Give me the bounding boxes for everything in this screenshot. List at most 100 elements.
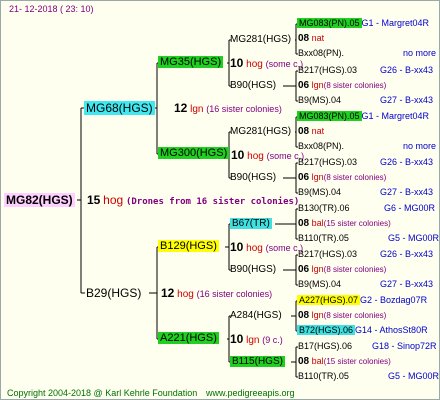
g4-code: B17(HGS).06 <box>298 341 353 351</box>
root-queen[interactable]: MG82(HGS) <box>4 193 75 207</box>
g4-ref: G6 - MG00R <box>384 203 436 213</box>
g4-row[interactable]: B110(TR).05 G5 - MG00R <box>298 233 439 244</box>
g4-ref: no more <box>403 141 437 151</box>
g4-drone-row: 08 nat <box>298 33 324 44</box>
g4-row[interactable]: B217(HGS).03 G26 - B-xx43 <box>298 249 433 260</box>
g4-ref: G1 - Margret04R <box>361 18 430 28</box>
g2-hog: lgn <box>246 335 260 346</box>
g1-hog: hog <box>177 289 194 300</box>
g4-row[interactable]: B217(HGS).03 G26 - B-xx43 <box>298 157 433 168</box>
g4-ref: G27 - B-xx43 <box>380 279 434 289</box>
g4-row[interactable]: MG083(PN).05 G1 - Margret04R <box>297 18 429 29</box>
g1-drone-2: 12 hog (16 sister colonies) <box>161 287 272 301</box>
g4-row[interactable]: Bxx08(PN). no more <box>298 141 436 152</box>
g4-num: 08 <box>298 218 310 229</box>
g2-drone-4: 10 lgn (9 c.) <box>230 333 283 347</box>
g1-num: 12 <box>161 286 175 300</box>
g1-drone-1: 12 lgn (16 sister colonies) <box>174 102 282 116</box>
g3-queen-5[interactable]: B67(TR) <box>230 218 272 230</box>
g4-drone-row: 06 lgn(8 sister colonies) <box>298 172 386 183</box>
g4-hog: nat <box>311 126 325 136</box>
g4-drone-row: 08 lgn(8 sister colonies) <box>298 310 386 321</box>
g2-queen-2[interactable]: MG300(HGS) <box>158 147 230 160</box>
g3-queen-8[interactable]: B115(HGS) <box>230 356 285 368</box>
g4-row[interactable]: B9(MS).04 G27 - B-xx43 <box>298 279 433 290</box>
g3-queen-7[interactable]: A284(HGS) <box>230 310 282 322</box>
g4-drone-row: 08 bal(15 sister colonies) <box>298 218 391 229</box>
g4-code: MG083(PN).05 <box>297 18 362 28</box>
g4-row[interactable]: MG083(PN).05 G1 - Margret04R <box>297 111 429 122</box>
g2-drone-2: 10 hog (some c.) <box>231 149 304 163</box>
g2-queen-3[interactable]: B129(HGS) <box>158 240 219 253</box>
g4-num: 06 <box>298 264 310 275</box>
g4-code: B217(HGS).03 <box>298 249 358 259</box>
g4-row[interactable]: B110(TR).05 G5 - MG00R <box>298 371 439 382</box>
g3-code: MG281(HGS) <box>230 126 292 137</box>
website-link[interactable]: www.pedigreeapis.org <box>206 387 295 399</box>
g4-drone-row: 06 lgn(8 sister colonies) <box>298 264 386 275</box>
g4-row[interactable]: B72(HGS).06 G14 - AthosSt80R <box>297 325 428 336</box>
g2-queen-4[interactable]: A221(HGS) <box>158 332 219 345</box>
g3-queen-3[interactable]: MG281(HGS) <box>230 126 291 138</box>
g1-hog: lgn <box>190 104 204 115</box>
g4-code: B9(MS).04 <box>298 279 342 289</box>
connector-g3-6 <box>283 254 298 286</box>
g4-code: MG083(PN).05 <box>297 111 362 121</box>
g2-queen-1[interactable]: MG35(HGS) <box>158 56 224 69</box>
g4-hog: lgn <box>311 310 324 320</box>
root-code: MG82(HGS) <box>4 193 75 207</box>
g1-queen-1[interactable]: MG68(HGS) <box>84 101 155 115</box>
g1-num: 12 <box>174 101 188 115</box>
root-drone-info: 15 hog (Drones from 16 sister colonies) <box>87 194 299 208</box>
g4-ref: G26 - B-xx43 <box>380 157 434 167</box>
g3-code: A284(HGS) <box>230 310 282 321</box>
g3-code: MG281(HGS) <box>230 34 292 45</box>
g2-hog: hog <box>246 59 263 70</box>
pedigree-chart: 21- 12-2018 ( 23: 10) MG82(HGS) 15 hog (… <box>0 0 440 400</box>
g4-ref: G27 - B-xx43 <box>380 95 434 105</box>
g3-queen-6[interactable]: B90(HGS) <box>230 264 276 276</box>
g4-row[interactable]: B9(MS).04 G27 - B-xx43 <box>298 187 433 198</box>
g2-num: 10 <box>230 240 244 254</box>
g4-num: 08 <box>298 310 310 321</box>
g2-code: MG35(HGS) <box>158 56 224 68</box>
connector-g3-5 <box>275 208 298 240</box>
g4-num: 06 <box>298 80 310 91</box>
g4-drone-row: 08 bal(15 sister colonies) <box>298 356 391 367</box>
g4-ref: G5 - MG00R <box>388 233 440 243</box>
g3-queen-2[interactable]: B90(HGS) <box>230 80 276 92</box>
g4-drone-row: 06 lgn(8 sister colonies) <box>298 80 386 91</box>
g4-code: B217(HGS).03 <box>298 65 358 75</box>
g1-queen-2[interactable]: B29(HGS) <box>86 286 141 300</box>
g4-row[interactable]: B130(TR).06 G6 - MG00R <box>298 203 435 214</box>
g4-row[interactable]: Bxx08(PN). no more <box>298 48 436 59</box>
g4-note: (15 sister colonies) <box>323 357 391 366</box>
g4-ref: G14 - AthosSt80R <box>355 325 428 335</box>
g4-note: (8 sister colonies) <box>323 265 387 274</box>
g4-ref: G18 - Sinop72R <box>372 341 437 351</box>
g4-row[interactable]: B217(HGS).03 G26 - B-xx43 <box>298 65 433 76</box>
g2-num: 10 <box>230 56 244 70</box>
g2-num: 10 <box>230 332 244 346</box>
g3-code: B67(TR) <box>230 218 272 229</box>
g4-row[interactable]: B17(HGS).06 G18 - Sinop72R <box>298 341 437 352</box>
g1-code: B29(HGS) <box>86 286 142 300</box>
g3-queen-1[interactable]: MG281(HGS) <box>230 34 291 46</box>
g3-code: B90(HGS) <box>230 264 277 275</box>
g4-ref: G26 - B-xx43 <box>380 65 434 75</box>
g3-queen-4[interactable]: B90(HGS) <box>230 172 276 184</box>
g2-hog: hog <box>246 243 263 254</box>
g4-ref: G27 - B-xx43 <box>380 187 434 197</box>
g4-note: (15 sister colonies) <box>323 219 391 228</box>
g3-code: B90(HGS) <box>230 172 277 183</box>
g4-code: Bxx08(PN). <box>298 48 345 58</box>
g2-drone-1: 10 hog (some c.) <box>230 57 303 71</box>
g4-row[interactable]: B9(MS).04 G27 - B-xx43 <box>298 95 433 106</box>
g4-row[interactable]: A227(HGS).07 G2 - Bozdag07R <box>297 295 427 306</box>
g2-drone-3: 10 hog (some c.) <box>230 241 303 255</box>
g4-code: B72(HGS).06 <box>297 325 356 335</box>
g4-ref: no more <box>403 48 437 58</box>
g4-hog: lgn <box>311 172 324 182</box>
g4-code: B110(TR).05 <box>298 233 349 243</box>
g4-hog: bal <box>311 218 324 228</box>
